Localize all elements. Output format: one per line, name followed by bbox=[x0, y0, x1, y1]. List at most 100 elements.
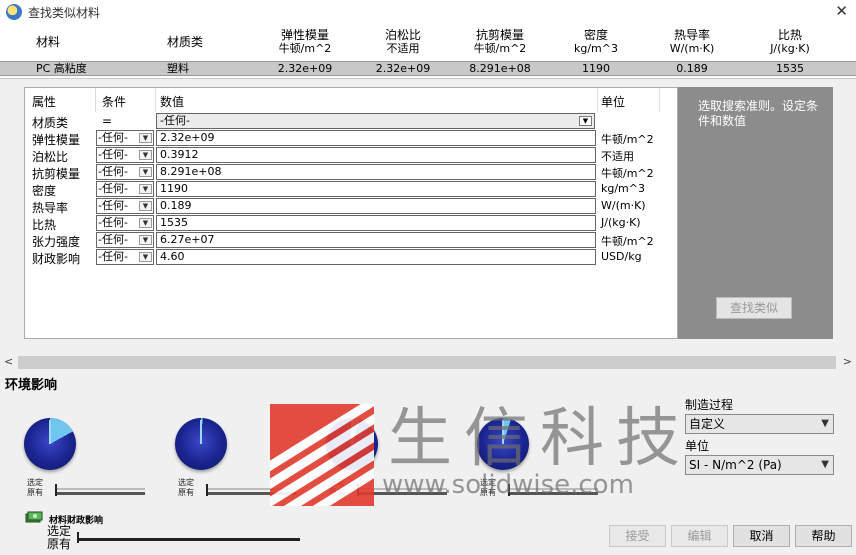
table-row[interactable]: PC 高粘度 塑料 2.32e+09 2.32e+09 8.291e+08 11… bbox=[0, 61, 856, 76]
chevron-down-icon[interactable]: ▼ bbox=[821, 415, 829, 433]
condition-select[interactable]: -任何- ▼ bbox=[96, 215, 154, 231]
chevron-down-icon[interactable]: ▼ bbox=[579, 116, 592, 126]
criteria-name: 弹性模量 bbox=[32, 133, 81, 147]
criteria-row: 比热 -任何- ▼ 1535 J/(kg·K) bbox=[25, 215, 677, 232]
material-class-select[interactable]: -任何- ▼ bbox=[156, 113, 595, 129]
criteria-unit: J/(kg·K) bbox=[601, 216, 641, 229]
condition-select[interactable]: -任何- ▼ bbox=[96, 164, 154, 180]
results-header-cell[interactable]: 比热 J/(kg·K) bbox=[740, 29, 840, 59]
criteria-unit: 牛顿/m^2 bbox=[601, 167, 654, 180]
criteria-row: 密度 -任何- ▼ 1190 kg/m^3 bbox=[25, 181, 677, 198]
condition-select[interactable]: -任何- ▼ bbox=[96, 249, 154, 265]
condition-select[interactable]: -任何- ▼ bbox=[96, 147, 154, 163]
environment-title: 环境影响 bbox=[5, 378, 58, 393]
value-input[interactable]: 4.60 bbox=[156, 249, 596, 265]
help-button[interactable]: 帮助 bbox=[795, 525, 852, 547]
find-similar-button[interactable]: 查找类似 bbox=[716, 297, 792, 319]
financial-impact-bar bbox=[78, 538, 300, 541]
value-input[interactable]: 1535 bbox=[156, 215, 596, 231]
value-input[interactable]: 0.3912 bbox=[156, 147, 596, 163]
criteria-name: 抗剪模量 bbox=[32, 167, 81, 181]
results-header-cell[interactable]: 抗剪模量 牛顿/m^2 bbox=[452, 29, 548, 59]
property-header: 属性 bbox=[32, 95, 57, 109]
edit-button[interactable]: 编辑 bbox=[671, 525, 728, 547]
chevron-down-icon[interactable]: ▼ bbox=[139, 218, 152, 228]
tip-panel: 选取搜索准则。设定条件和数值 查找类似 bbox=[678, 87, 833, 339]
header-divider bbox=[597, 88, 598, 112]
criteria-row-material-class: 材质类 = -任何- ▼ bbox=[25, 113, 677, 130]
criteria-panel: 属性 条件 数值 单位 材质类 = -任何- ▼ 弹性模量 -任何- ▼ 2.32… bbox=[24, 87, 678, 339]
watermark-text: 生信科技 bbox=[388, 402, 692, 476]
condition-select[interactable]: -任何- ▼ bbox=[96, 130, 154, 146]
chevron-down-icon[interactable]: ▼ bbox=[139, 184, 152, 194]
header-divider bbox=[95, 88, 96, 112]
results-header-cell[interactable]: 弹性模量 牛顿/m^2 bbox=[256, 29, 354, 59]
table-cell: 2.32e+09 bbox=[277, 62, 333, 75]
condition-header: 条件 bbox=[102, 95, 127, 109]
chevron-down-icon[interactable]: ▼ bbox=[139, 133, 152, 143]
results-header-cell[interactable]: 泊松比 不适用 bbox=[354, 29, 452, 59]
table-cell: 1535 bbox=[776, 62, 804, 75]
gauge bbox=[24, 418, 76, 470]
condition-select[interactable]: -任何- ▼ bbox=[96, 181, 154, 197]
chevron-down-icon[interactable]: ▼ bbox=[139, 150, 152, 160]
criteria-name: 张力强度 bbox=[32, 235, 81, 249]
table-cell: PC 高粘度 bbox=[36, 62, 87, 75]
criteria-name: 泊松比 bbox=[32, 150, 69, 164]
close-icon[interactable]: ✕ bbox=[835, 2, 848, 20]
gauge-label: 选定 原有 bbox=[329, 478, 345, 497]
results-header-cell[interactable]: 材料 bbox=[0, 29, 163, 59]
gauge bbox=[326, 418, 378, 470]
criteria-name: 比热 bbox=[32, 218, 57, 232]
criteria-unit: 不适用 bbox=[601, 150, 634, 163]
process-select[interactable]: 自定义 ▼ bbox=[685, 414, 834, 434]
gauge-label: 选定 原有 bbox=[480, 478, 496, 497]
gauge-label: 选定 原有 bbox=[27, 478, 43, 497]
criteria-name: 材质类 bbox=[32, 116, 69, 130]
criteria-unit: kg/m^3 bbox=[601, 182, 645, 195]
gauge-bar bbox=[206, 484, 296, 496]
unit-select[interactable]: SI - N/m^2 (Pa) ▼ bbox=[685, 455, 834, 475]
gauge-label: 选定 原有 bbox=[178, 478, 194, 497]
results-header-cell[interactable]: 热导率 W/(m·K) bbox=[644, 29, 740, 59]
gauge-bar bbox=[357, 484, 447, 496]
chevron-down-icon[interactable]: ▼ bbox=[139, 167, 152, 177]
money-icon bbox=[25, 511, 43, 523]
criteria-operator: = bbox=[102, 114, 113, 128]
condition-select[interactable]: -任何- ▼ bbox=[96, 232, 154, 248]
table-cell: 0.189 bbox=[676, 62, 708, 75]
window-title: 查找类似材料 bbox=[28, 6, 101, 20]
process-label: 制造过程 bbox=[685, 398, 734, 412]
app-icon bbox=[6, 4, 22, 20]
criteria-unit: 牛顿/m^2 bbox=[601, 235, 654, 248]
value-input[interactable]: 1190 bbox=[156, 181, 596, 197]
chevron-down-icon[interactable]: ▼ bbox=[139, 201, 152, 211]
scroll-left-icon[interactable]: < bbox=[4, 355, 13, 368]
value-input[interactable]: 8.291e+08 bbox=[156, 164, 596, 180]
value-input[interactable]: 6.27e+07 bbox=[156, 232, 596, 248]
table-cell: 塑料 bbox=[167, 62, 189, 75]
results-header-cell[interactable]: 材质类 bbox=[163, 29, 256, 59]
criteria-header: 属性 条件 数值 单位 bbox=[25, 88, 677, 112]
gauge bbox=[175, 418, 227, 470]
chevron-down-icon[interactable]: ▼ bbox=[821, 456, 829, 474]
chevron-down-icon[interactable]: ▼ bbox=[139, 252, 152, 262]
gauge bbox=[477, 418, 529, 470]
condition-select[interactable]: -任何- ▼ bbox=[96, 198, 154, 214]
horizontal-scrollbar[interactable]: < > bbox=[0, 354, 856, 371]
value-input[interactable]: 0.189 bbox=[156, 198, 596, 214]
financial-impact-legend: 选定 原有 bbox=[47, 524, 72, 551]
scroll-right-icon[interactable]: > bbox=[843, 355, 852, 368]
cancel-button[interactable]: 取消 bbox=[733, 525, 790, 547]
tip-text: 选取搜索准则。设定条件和数值 bbox=[698, 99, 819, 128]
criteria-row: 张力强度 -任何- ▼ 6.27e+07 牛顿/m^2 bbox=[25, 232, 677, 249]
value-input[interactable]: 2.32e+09 bbox=[156, 130, 596, 146]
criteria-name: 密度 bbox=[32, 184, 57, 198]
accept-button[interactable]: 接受 bbox=[609, 525, 666, 547]
criteria-name: 热导率 bbox=[32, 201, 69, 215]
criteria-row: 抗剪模量 -任何- ▼ 8.291e+08 牛顿/m^2 bbox=[25, 164, 677, 181]
results-header-cell[interactable]: 密度 kg/m^3 bbox=[548, 29, 644, 59]
scroll-thumb[interactable] bbox=[18, 356, 836, 369]
criteria-row: 财政影响 -任何- ▼ 4.60 USD/kg bbox=[25, 249, 677, 266]
chevron-down-icon[interactable]: ▼ bbox=[139, 235, 152, 245]
